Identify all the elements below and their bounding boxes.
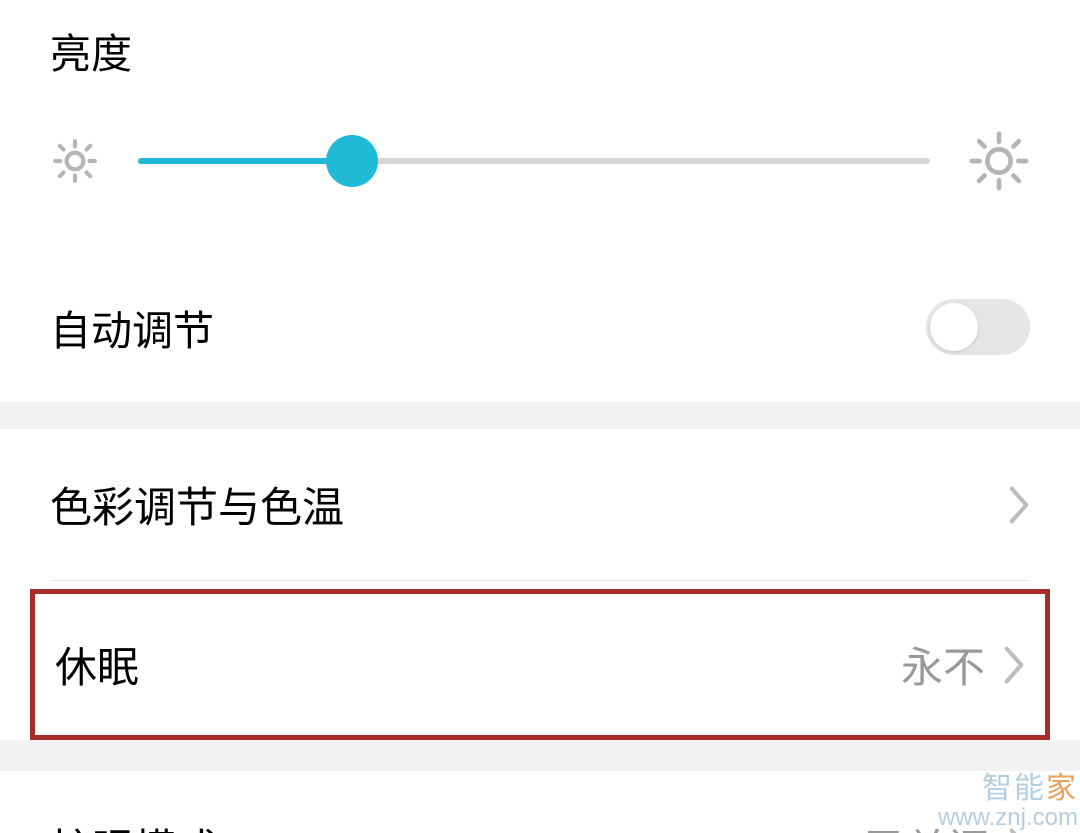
chevron-right-icon <box>1003 645 1025 685</box>
brightness-high-icon <box>968 130 1030 192</box>
eye-care-row[interactable]: 护眼模式 已关闭 <box>0 771 1080 833</box>
sleep-row[interactable]: 休眠 永不 <box>35 594 1045 735</box>
color-temperature-row[interactable]: 色彩调节与色温 <box>0 429 1080 580</box>
brightness-low-icon <box>50 136 100 186</box>
auto-brightness-label: 自动调节 <box>50 297 214 357</box>
sleep-highlight: 休眠 永不 <box>30 589 1050 740</box>
sleep-label: 休眠 <box>55 634 139 695</box>
watermark: 智能家 www.znj.com <box>938 772 1078 831</box>
brightness-slider-thumb[interactable] <box>326 135 378 187</box>
chevron-right-icon <box>1008 485 1030 525</box>
auto-brightness-row[interactable]: 自动调节 <box>0 262 1080 402</box>
brightness-slider[interactable] <box>138 133 930 189</box>
sleep-value: 永不 <box>901 634 985 695</box>
eye-care-label: 护眼模式 <box>50 816 218 833</box>
brightness-slider-row <box>0 130 1080 192</box>
auto-brightness-toggle[interactable] <box>926 299 1030 355</box>
brightness-label: 亮度 <box>0 20 1080 80</box>
color-temperature-label: 色彩调节与色温 <box>50 474 344 535</box>
